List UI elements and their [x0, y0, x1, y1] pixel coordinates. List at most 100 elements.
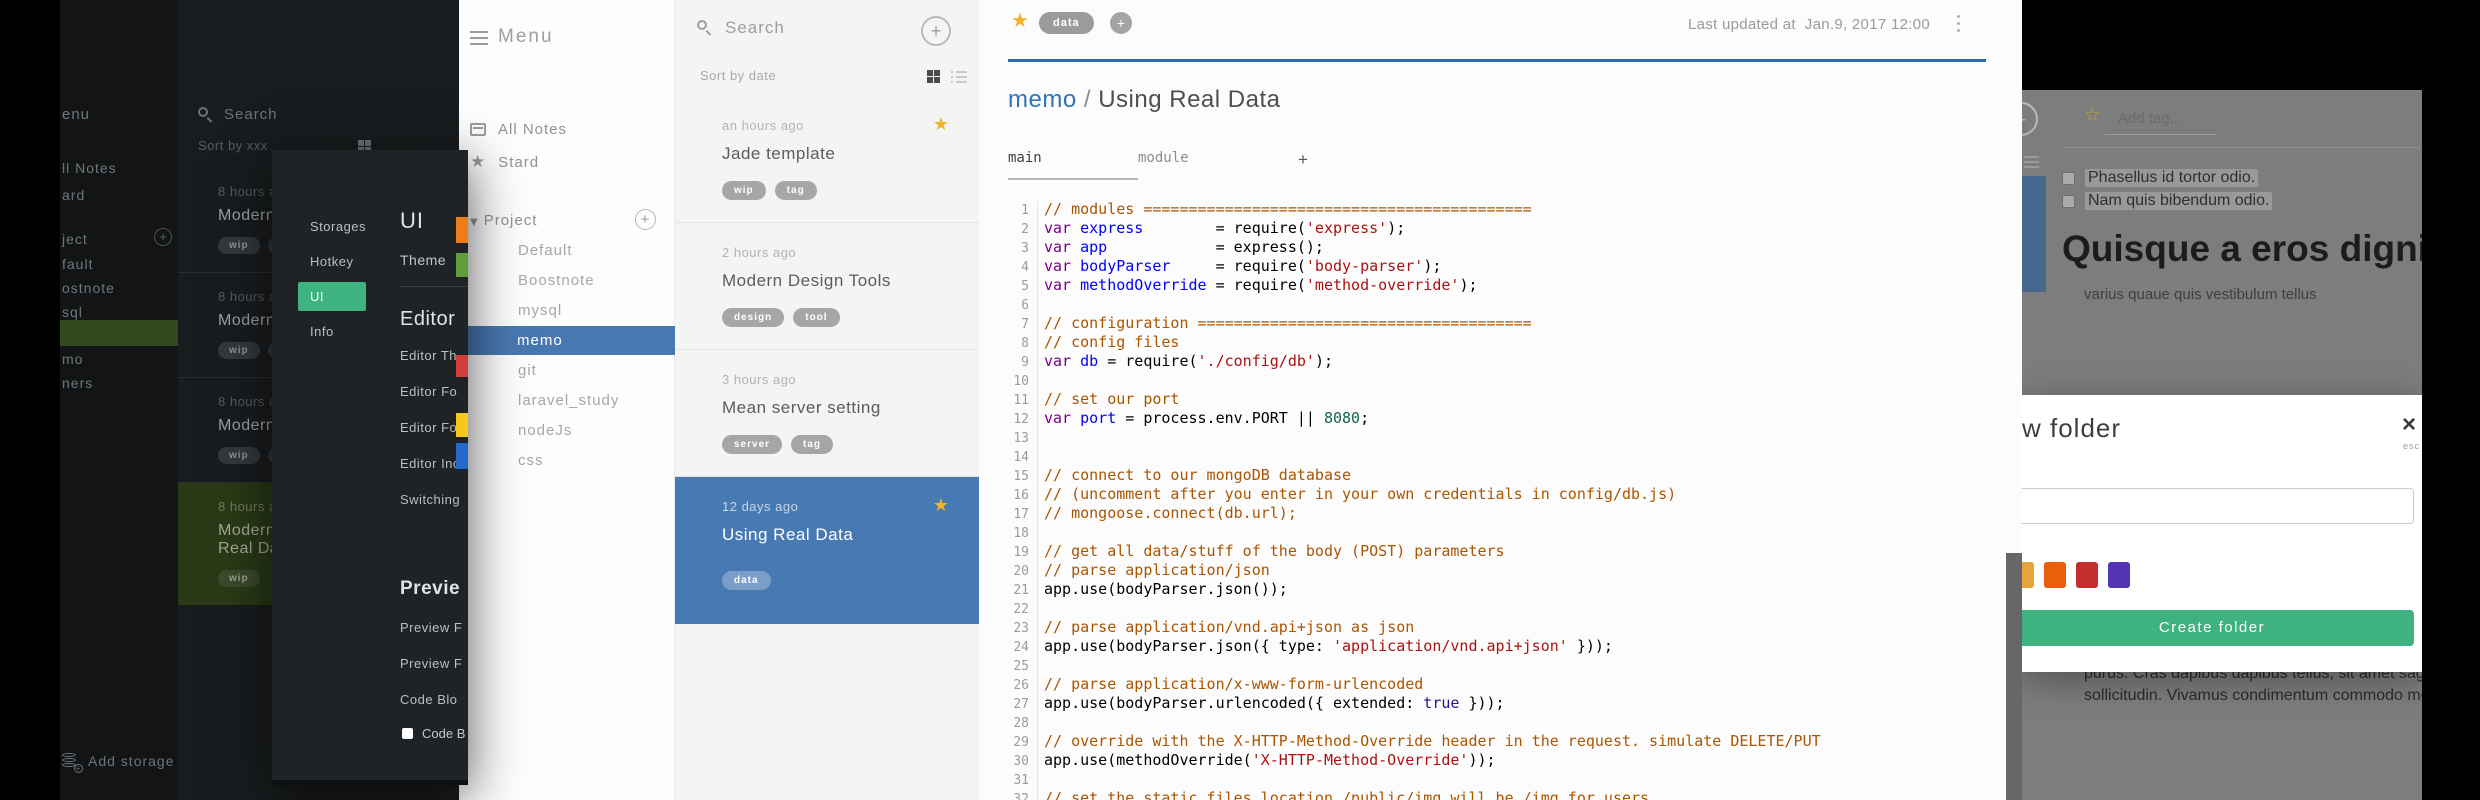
sidebar-folder-memo[interactable]: memo [458, 326, 675, 355]
theme-select-value[interactable]: javascri [272, 780, 468, 785]
settings-nav-info[interactable]: Info [272, 317, 392, 346]
note-star-icon[interactable]: ★ [1011, 8, 1029, 32]
code-line[interactable]: 18 [979, 523, 2006, 543]
code-line[interactable]: 20// parse application/json [979, 561, 2006, 581]
code-line[interactable]: 31 [979, 770, 2006, 790]
more-options-icon[interactable] [1957, 15, 1960, 36]
star-icon[interactable]: ★ [933, 495, 949, 516]
checkbox-icon[interactable] [2062, 171, 2075, 185]
note-card[interactable]: 12 days ago ★ Using Real Data data [675, 477, 979, 624]
settings-nav-storages[interactable]: Storages [272, 212, 392, 241]
add-storage-button[interactable]: + Add storage [62, 752, 175, 773]
code-line[interactable]: 6 [979, 295, 2006, 315]
star-icon[interactable]: ★ [933, 114, 949, 135]
code-line[interactable]: 2 var express = require('express'); [979, 219, 2006, 239]
code-line[interactable]: 19// get all data/stuff of the body (POS… [979, 542, 2006, 562]
add-tag-button[interactable]: + [1110, 12, 1132, 34]
color-swatch[interactable] [2022, 562, 2034, 588]
sidebar-folder-laravel_study[interactable]: laravel_study [459, 386, 675, 415]
code-line[interactable]: 5 var methodOverride = require('method-ov… [979, 276, 2006, 296]
code-line[interactable]: 14 [979, 447, 2006, 467]
grid-view-icon[interactable] [927, 70, 940, 83]
sidebar-item-starred[interactable]: ★ Stard [470, 152, 539, 172]
sidebar-folder-Boostnote[interactable]: Boostnote [459, 266, 675, 295]
project-header[interactable]: ▼ Project + [470, 209, 664, 230]
tab-module[interactable]: module [1138, 150, 1268, 180]
color-swatch[interactable] [2076, 562, 2098, 588]
dark-folder-item[interactable]: ners [62, 375, 93, 391]
dark-search[interactable]: Search [198, 106, 278, 123]
code-line[interactable]: 3 var app = express(); [979, 238, 2006, 258]
dark-all-notes[interactable]: ll Notes [62, 160, 117, 176]
add-tag-input[interactable]: Add tag... [2118, 110, 2182, 127]
new-note-button-fragment[interactable]: + [2022, 102, 2038, 136]
dark-folder-item[interactable]: sql [62, 304, 83, 320]
code-line[interactable]: 7// configuration ======================… [979, 314, 2006, 334]
color-swatch[interactable] [2044, 562, 2066, 588]
star-outline-icon[interactable]: ☆ [2084, 104, 2101, 126]
code-line[interactable]: 16// (uncomment after you enter in your … [979, 485, 2006, 505]
note-card[interactable]: 3 hours ago Mean server setting server tag [675, 350, 979, 477]
code-line[interactable]: 10 [979, 371, 2006, 391]
dark-starred[interactable]: ard [62, 187, 85, 203]
chevron-down-icon[interactable]: ▼ [470, 217, 479, 228]
breadcrumb-folder[interactable]: memo [1008, 86, 1077, 113]
tab-main[interactable]: main [1008, 150, 1138, 180]
close-icon[interactable]: × [2402, 411, 2416, 439]
code-block-checkbox-row[interactable]: Code B [402, 726, 465, 741]
dark-folder-item[interactable]: ostnote [62, 280, 115, 296]
dark-add-folder-icon[interactable]: + [154, 228, 172, 246]
dark-selected-folder[interactable] [60, 320, 178, 346]
theme-label[interactable]: Theme [400, 252, 446, 268]
list-view-icon[interactable] [951, 71, 967, 86]
checkbox-icon[interactable] [402, 728, 413, 739]
note-card[interactable]: 2 hours ago Modern Design Tools design tool [675, 223, 979, 350]
dark-folder-item[interactable]: fault [62, 256, 93, 272]
code-line[interactable]: 4 var bodyParser = require('body-parser')… [979, 257, 2006, 277]
code-line[interactable]: 13 [979, 428, 2006, 448]
code-line[interactable]: 24 app.use(bodyParser.json({ type: 'appli… [979, 637, 2006, 657]
note-tag-badge[interactable]: data [1039, 12, 1094, 34]
settings-nav-ui[interactable]: UI [298, 282, 366, 311]
checkbox-icon[interactable] [2062, 194, 2075, 208]
code-editor[interactable]: 1// modules ============================… [979, 200, 2006, 800]
sidebar-folder-Default[interactable]: Default [459, 236, 675, 265]
code-line[interactable]: 22 [979, 599, 2006, 619]
settings-nav-hotkey[interactable]: Hotkey [272, 247, 392, 276]
code-line[interactable]: 21 app.use(bodyParser.json()); [979, 580, 2006, 600]
sidebar-item-all-notes[interactable]: All Notes [470, 121, 567, 138]
color-swatch[interactable] [2108, 562, 2130, 588]
dark-project-label[interactable]: ject [62, 231, 88, 247]
create-folder-button[interactable]: Create folder [2022, 610, 2414, 646]
search-input[interactable]: Search [697, 18, 785, 38]
code-line[interactable]: 12 var port = process.env.PORT || 8080; [979, 409, 2006, 429]
sidebar-folder-nodeJs[interactable]: nodeJs [459, 416, 675, 445]
dark-folder-item[interactable]: mo [62, 351, 83, 367]
code-line[interactable]: 17// mongoose.connect(db.url); [979, 504, 2006, 524]
todo-item[interactable]: Nam quis bibendum odio. [2062, 192, 2273, 210]
code-line[interactable]: 25 [979, 656, 2006, 676]
code-line[interactable]: 11// set our port [979, 390, 2006, 410]
code-line[interactable]: 26// parse application/x-www-form-urlenc… [979, 675, 2006, 695]
folder-name-input[interactable] [2022, 488, 2414, 524]
sidebar-folder-git[interactable]: git [459, 356, 675, 385]
code-line[interactable]: 23// parse application/vnd.api+json as j… [979, 618, 2006, 638]
code-line[interactable]: 29// override with the X-HTTP-Method-Ove… [979, 732, 2006, 752]
hamburger-icon[interactable] [470, 31, 488, 49]
note-card[interactable]: an hours ago ★ Jade template wip tag [675, 96, 979, 223]
sidebar-folder-css[interactable]: css [459, 446, 675, 475]
code-line[interactable]: 8// config files [979, 333, 2006, 353]
code-line[interactable]: 9 var db = require('./config/db'); [979, 352, 2006, 372]
code-line[interactable]: 15// connect to our mongoDB database [979, 466, 2006, 486]
sidebar-folder-mysql[interactable]: mysql [459, 296, 675, 325]
sort-by-date[interactable]: Sort by date [700, 68, 776, 83]
code-line[interactable]: 28 [979, 713, 2006, 733]
code-line[interactable]: 32// set the static files location /publ… [979, 789, 2006, 800]
code-line[interactable]: 30 app.use(methodOverride('X-HTTP-Method-… [979, 751, 2006, 771]
new-note-button[interactable]: + [921, 16, 951, 46]
code-line[interactable]: 27 app.use(bodyParser.urlencoded({ extend… [979, 694, 2006, 714]
add-folder-icon[interactable]: + [635, 209, 656, 230]
todo-item[interactable]: Phasellus id tortor odio. [2062, 169, 2259, 187]
add-snippet-tab-icon[interactable]: + [1298, 150, 1308, 180]
code-line[interactable]: 1// modules ============================… [979, 200, 2006, 220]
